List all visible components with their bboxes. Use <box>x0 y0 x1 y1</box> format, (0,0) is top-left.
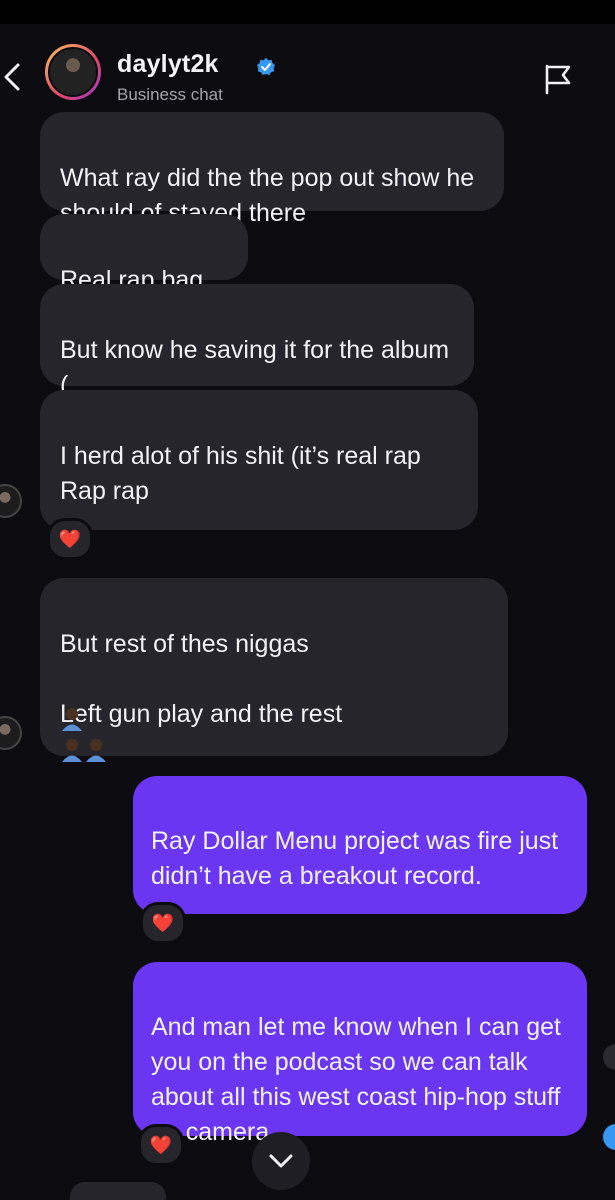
heart-reaction[interactable]: ❤️ <box>47 518 93 560</box>
red-heart-icon: ❤️ <box>151 913 175 933</box>
sender-avatar[interactable] <box>0 716 22 750</box>
chat-username[interactable]: daylyt2k <box>117 50 219 79</box>
person-emoji-icon <box>62 739 82 763</box>
message-bubble-incoming[interactable]: But know he saving it for the album ( <box>40 284 474 399</box>
message-bubble-incoming[interactable]: What ray did the the pop out show he sho… <box>40 112 504 227</box>
next-message-bubble[interactable] <box>70 1182 166 1200</box>
red-heart-icon: ❤️ <box>58 529 82 549</box>
chat-subtitle: Business chat <box>117 85 223 104</box>
chat-header: daylyt2k Business chat <box>0 24 615 124</box>
sender-avatar[interactable] <box>0 484 22 518</box>
side-indicator[interactable] <box>603 1124 615 1150</box>
message-text: And man let me know when I can get you o… <box>151 1013 561 1146</box>
message-bubble-outgoing[interactable]: And man let me know when I can get you o… <box>133 962 587 1146</box>
message-text: Ray Dollar Menu project was fire just di… <box>151 827 559 890</box>
profile-photo <box>48 47 98 97</box>
message-bubble-incoming[interactable]: But rest of thes niggas Left gun play an… <box>40 578 508 763</box>
scroll-down-button[interactable] <box>252 1132 310 1190</box>
message-bubble-outgoing[interactable]: Ray Dollar Menu project was fire just di… <box>133 776 587 914</box>
message-text: I herd alot of his shit (it’s real rap R… <box>60 442 421 505</box>
message-bubble-incoming[interactable]: Real rap bag <box>40 214 248 294</box>
heart-reaction[interactable]: ❤️ <box>140 902 186 944</box>
person-emoji-icon <box>62 708 82 731</box>
verified-badge-icon <box>257 58 275 75</box>
profile-avatar[interactable] <box>45 44 101 100</box>
flag-icon[interactable] <box>541 62 575 96</box>
chevron-down-icon <box>269 1154 293 1168</box>
side-button[interactable] <box>603 1044 615 1070</box>
chat-screen: daylyt2k Business chat What ray did the … <box>0 0 615 1200</box>
person-emoji-icon <box>86 739 106 763</box>
status-bar <box>0 0 615 24</box>
message-bubble-incoming[interactable]: I herd alot of his shit (it’s real rap R… <box>40 390 478 530</box>
red-heart-icon: ❤️ <box>149 1135 173 1155</box>
heart-reaction[interactable]: ❤️ <box>138 1124 184 1166</box>
message-text: But rest of thes niggas Left gun play an… <box>60 630 343 728</box>
back-chevron-icon[interactable] <box>0 60 26 94</box>
